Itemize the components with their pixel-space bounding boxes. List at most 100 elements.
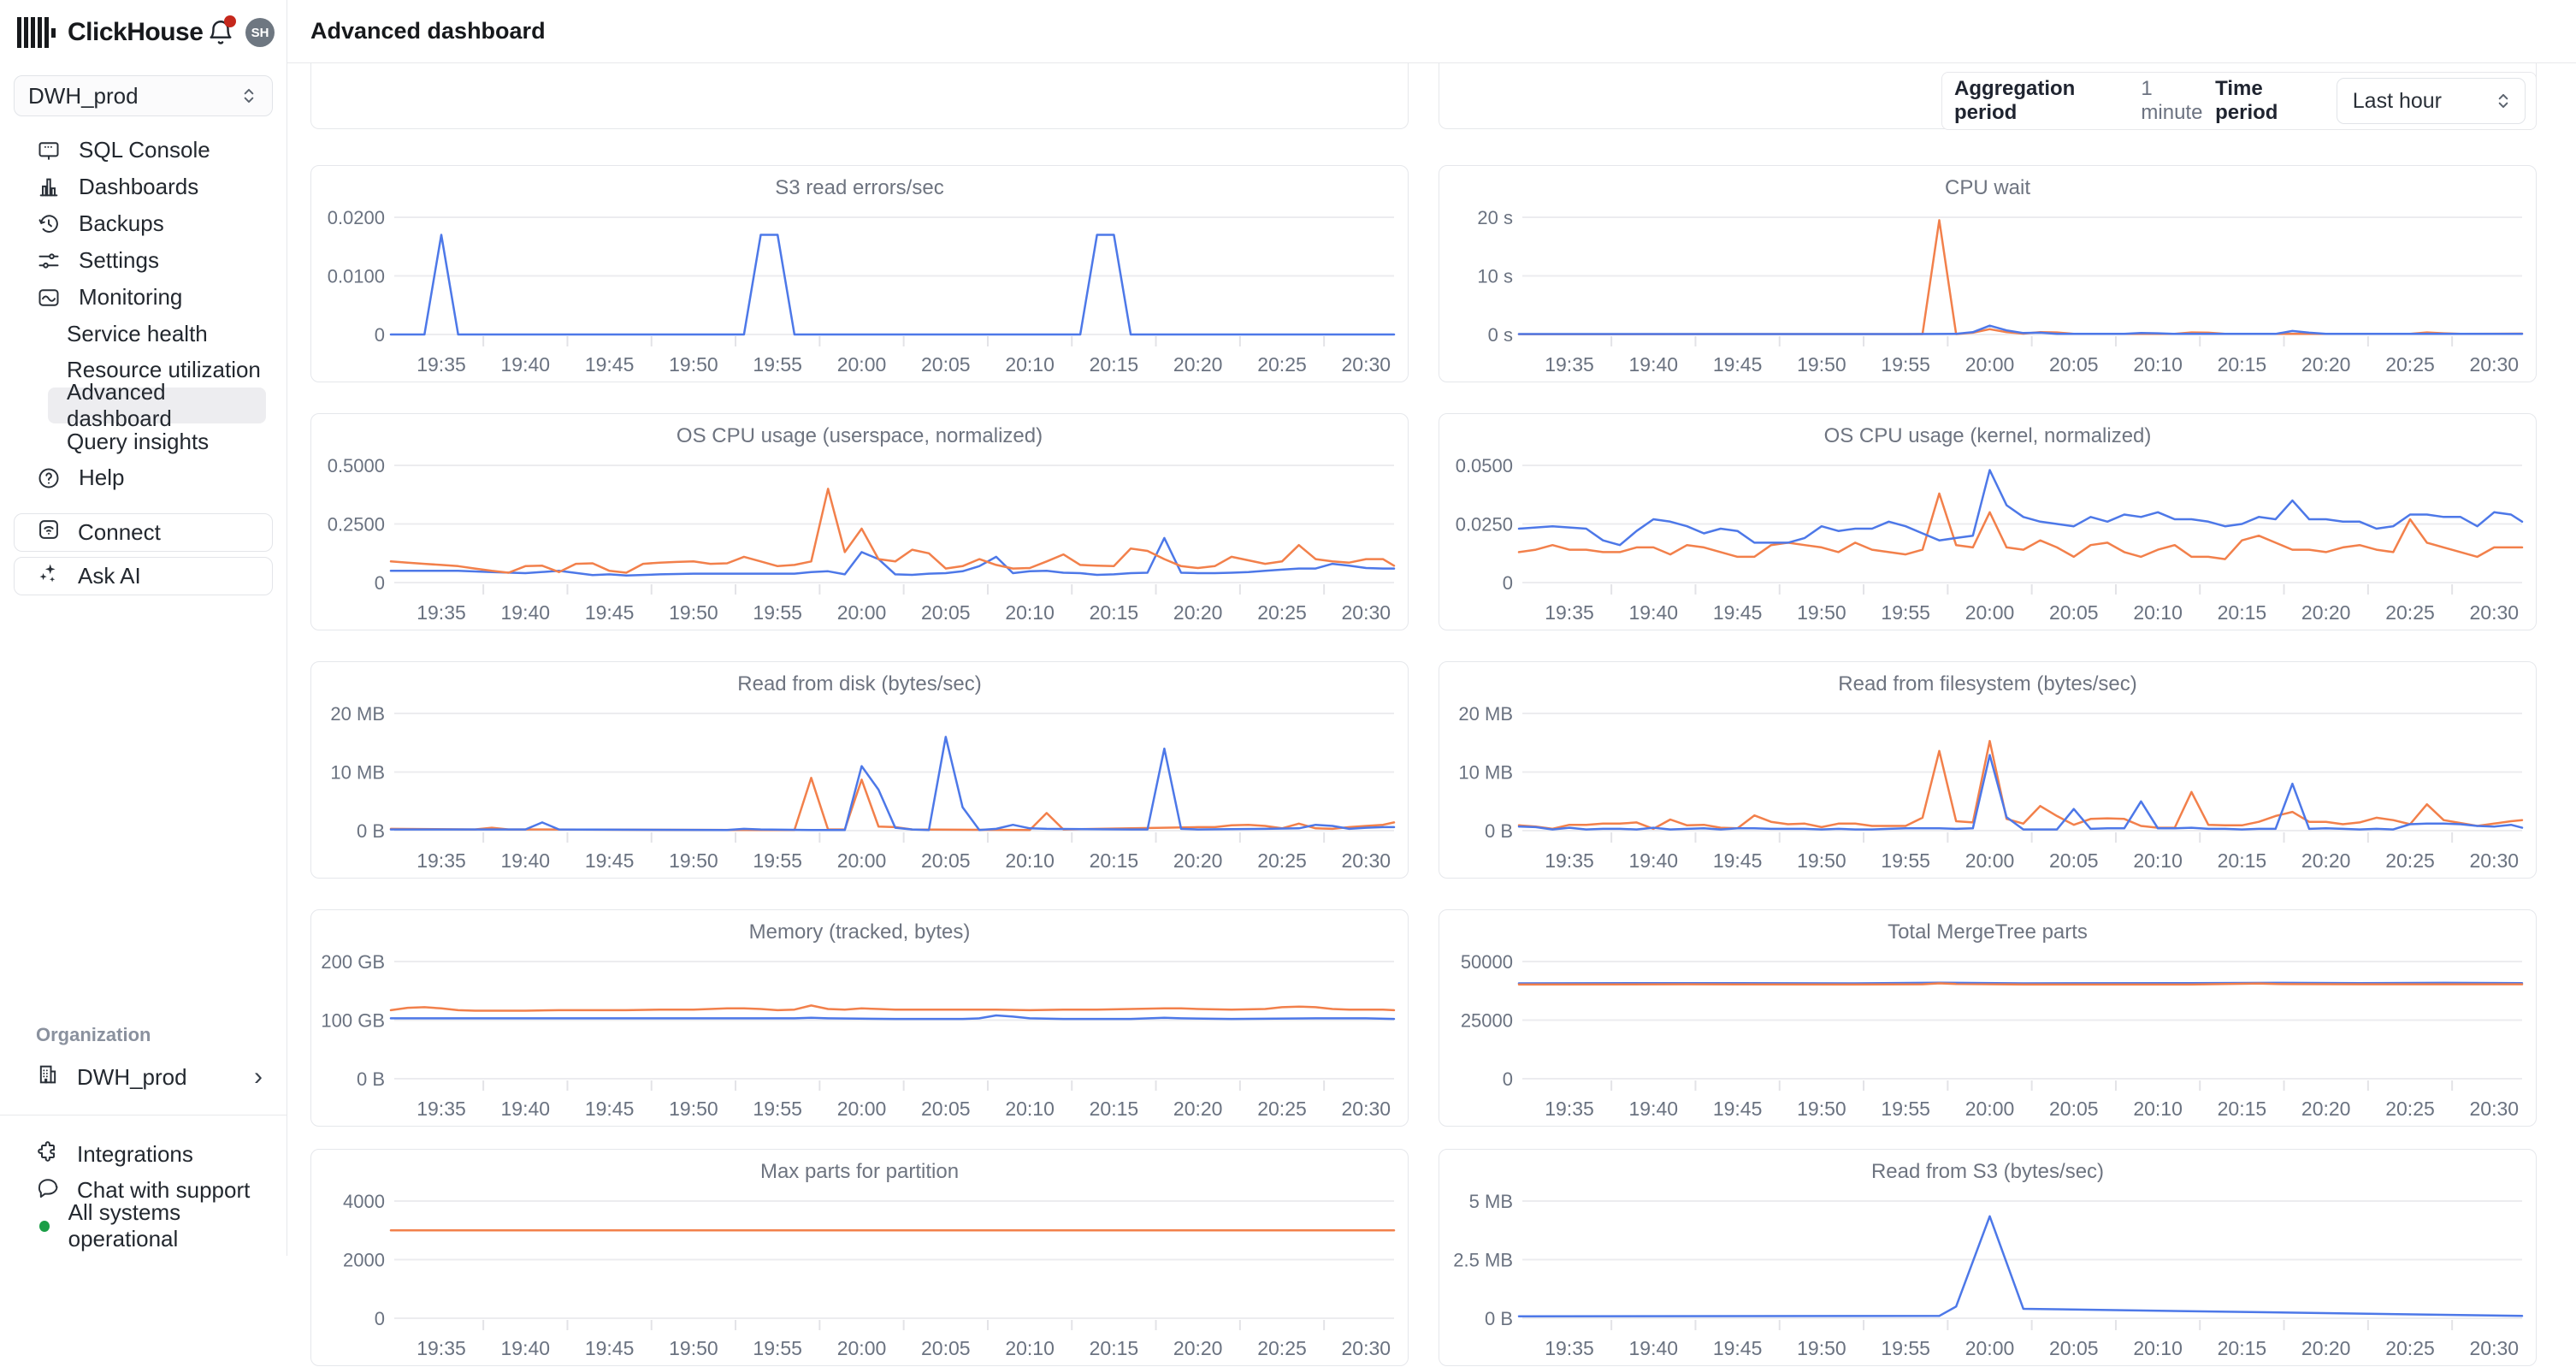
sidebar-item-service-health[interactable]: Service health: [48, 316, 266, 352]
svg-text:20:05: 20:05: [2049, 601, 2099, 624]
time-period-value: Last hour: [2353, 89, 2442, 114]
chart-title: Read from S3 (bytes/sec): [1439, 1160, 2536, 1184]
svg-text:20:20: 20:20: [2301, 601, 2351, 624]
svg-text:19:50: 19:50: [1797, 1098, 1846, 1120]
svg-text:20:25: 20:25: [2385, 1337, 2435, 1359]
svg-text:20:30: 20:30: [2470, 849, 2520, 872]
svg-text:20:00: 20:00: [837, 1337, 887, 1359]
sidebar-item-label: Dashboards: [79, 174, 198, 200]
svg-text:20:00: 20:00: [837, 601, 887, 624]
notifications-button[interactable]: [206, 18, 235, 47]
svg-text:0: 0: [375, 324, 385, 346]
svg-text:0: 0: [1503, 572, 1513, 594]
svg-text:19:35: 19:35: [1545, 1337, 1594, 1359]
ask-ai-button[interactable]: Ask AI: [14, 557, 273, 595]
svg-text:20 s: 20 s: [1477, 207, 1513, 228]
svg-text:20:00: 20:00: [837, 353, 887, 376]
svg-text:19:50: 19:50: [669, 353, 718, 376]
svg-text:20:00: 20:00: [1965, 849, 2015, 872]
organization-selector[interactable]: DWH_prod ›: [0, 1058, 287, 1096]
svg-text:19:45: 19:45: [1713, 601, 1763, 624]
svg-text:20:15: 20:15: [2218, 353, 2267, 376]
sidebar-item-dashboards[interactable]: Dashboards: [0, 169, 287, 205]
connect-button[interactable]: Connect: [14, 513, 273, 552]
svg-text:20:20: 20:20: [1173, 353, 1223, 376]
svg-text:19:55: 19:55: [1881, 849, 1930, 872]
svg-text:19:50: 19:50: [669, 1337, 718, 1359]
svg-text:20:15: 20:15: [2218, 601, 2267, 624]
chart-card-total-mergetree-parts: 5000025000019:3519:4019:4519:5019:5520:0…: [1439, 909, 2537, 1127]
svg-text:19:40: 19:40: [1629, 353, 1679, 376]
sidebar-item-settings[interactable]: Settings: [0, 242, 287, 279]
svg-text:20:30: 20:30: [1342, 1337, 1391, 1359]
sidebar-item-backups[interactable]: Backups: [0, 205, 287, 242]
svg-text:19:35: 19:35: [417, 353, 466, 376]
organization-name: DWH_prod: [77, 1064, 187, 1091]
help-icon: [36, 465, 62, 491]
chart-title: Read from filesystem (bytes/sec): [1439, 672, 2536, 696]
svg-text:20:25: 20:25: [2385, 849, 2435, 872]
avatar[interactable]: SH: [245, 18, 275, 47]
svg-text:20:10: 20:10: [2133, 1337, 2183, 1359]
system-status[interactable]: All systems operational: [0, 1208, 287, 1244]
svg-text:19:45: 19:45: [585, 1337, 635, 1359]
svg-text:50000: 50000: [1461, 951, 1513, 973]
svg-text:0 B: 0 B: [1485, 1308, 1513, 1329]
svg-text:19:35: 19:35: [1545, 849, 1594, 872]
terminal-icon: [36, 138, 62, 163]
svg-text:20:10: 20:10: [2133, 1098, 2183, 1120]
svg-text:4000: 4000: [343, 1191, 385, 1212]
svg-text:19:55: 19:55: [1881, 601, 1930, 624]
sidebar-item-monitoring[interactable]: Monitoring: [0, 279, 287, 316]
svg-text:19:45: 19:45: [585, 849, 635, 872]
svg-text:20:25: 20:25: [1257, 1337, 1307, 1359]
svg-text:20:25: 20:25: [1257, 849, 1307, 872]
page-title: Advanced dashboard: [310, 18, 546, 44]
time-period-select[interactable]: Last hour: [2337, 78, 2526, 124]
svg-text:0.0500: 0.0500: [1456, 455, 1513, 476]
status-dot-icon: [39, 1221, 50, 1232]
chart-title: Read from disk (bytes/sec): [311, 672, 1408, 696]
svg-text:20:05: 20:05: [921, 1098, 971, 1120]
sidebar-item-label: SQL Console: [79, 137, 210, 163]
svg-text:20:00: 20:00: [1965, 601, 2015, 624]
partial-chart-card: [310, 63, 1409, 129]
svg-text:19:35: 19:35: [1545, 601, 1594, 624]
service-selector[interactable]: DWH_prod: [14, 75, 273, 116]
sidebar-item-help[interactable]: Help: [0, 459, 287, 496]
svg-text:20:15: 20:15: [1090, 601, 1139, 624]
sidebar-item-sql-console[interactable]: SQL Console: [0, 132, 287, 169]
sidebar-item-label: Monitoring: [79, 284, 182, 311]
aggregation-period-label: Aggregation period: [1954, 77, 2132, 125]
svg-text:20:20: 20:20: [1173, 1098, 1223, 1120]
aggregation-period-value: 1 minute: [2141, 77, 2215, 125]
svg-text:20:00: 20:00: [837, 1098, 887, 1120]
chevron-updown-icon: [2492, 90, 2514, 112]
svg-text:19:50: 19:50: [1797, 353, 1846, 376]
svg-text:200 GB: 200 GB: [321, 951, 385, 973]
sidebar-item-integrations[interactable]: Integrations: [0, 1136, 287, 1172]
time-period-label: Time period: [2215, 77, 2325, 125]
svg-text:19:55: 19:55: [1881, 1098, 1930, 1120]
sidebar: ClickHouse SH DWH_prod SQL Console Das: [0, 0, 287, 1256]
svg-text:20:20: 20:20: [1173, 601, 1223, 624]
chat-bubble-icon: [36, 1175, 60, 1205]
svg-text:20:00: 20:00: [1965, 1337, 2015, 1359]
svg-text:19:40: 19:40: [1629, 1337, 1679, 1359]
sidebar-item-label: Settings: [79, 247, 159, 274]
svg-text:20:25: 20:25: [1257, 1098, 1307, 1120]
brand-row: ClickHouse SH: [0, 0, 287, 65]
svg-text:19:35: 19:35: [417, 601, 466, 624]
svg-text:19:45: 19:45: [1713, 1098, 1763, 1120]
sidebar-item-advanced-dashboard[interactable]: Advanced dashboard: [48, 388, 266, 423]
svg-text:19:45: 19:45: [585, 1098, 635, 1120]
svg-text:19:40: 19:40: [1629, 601, 1679, 624]
svg-text:19:50: 19:50: [669, 1098, 718, 1120]
sidebar-subitem-label: Advanced dashboard: [67, 379, 266, 432]
chart-card-read-from-s3: 5 MB2.5 MB0 B19:3519:4019:4519:5019:5520…: [1439, 1149, 2537, 1366]
restore-clock-icon: [36, 211, 62, 237]
sidebar-subitem-label: Query insights: [67, 429, 209, 455]
chart-title: Max parts for partition: [311, 1160, 1408, 1184]
svg-text:20:05: 20:05: [2049, 849, 2099, 872]
svg-text:25000: 25000: [1461, 1010, 1513, 1032]
